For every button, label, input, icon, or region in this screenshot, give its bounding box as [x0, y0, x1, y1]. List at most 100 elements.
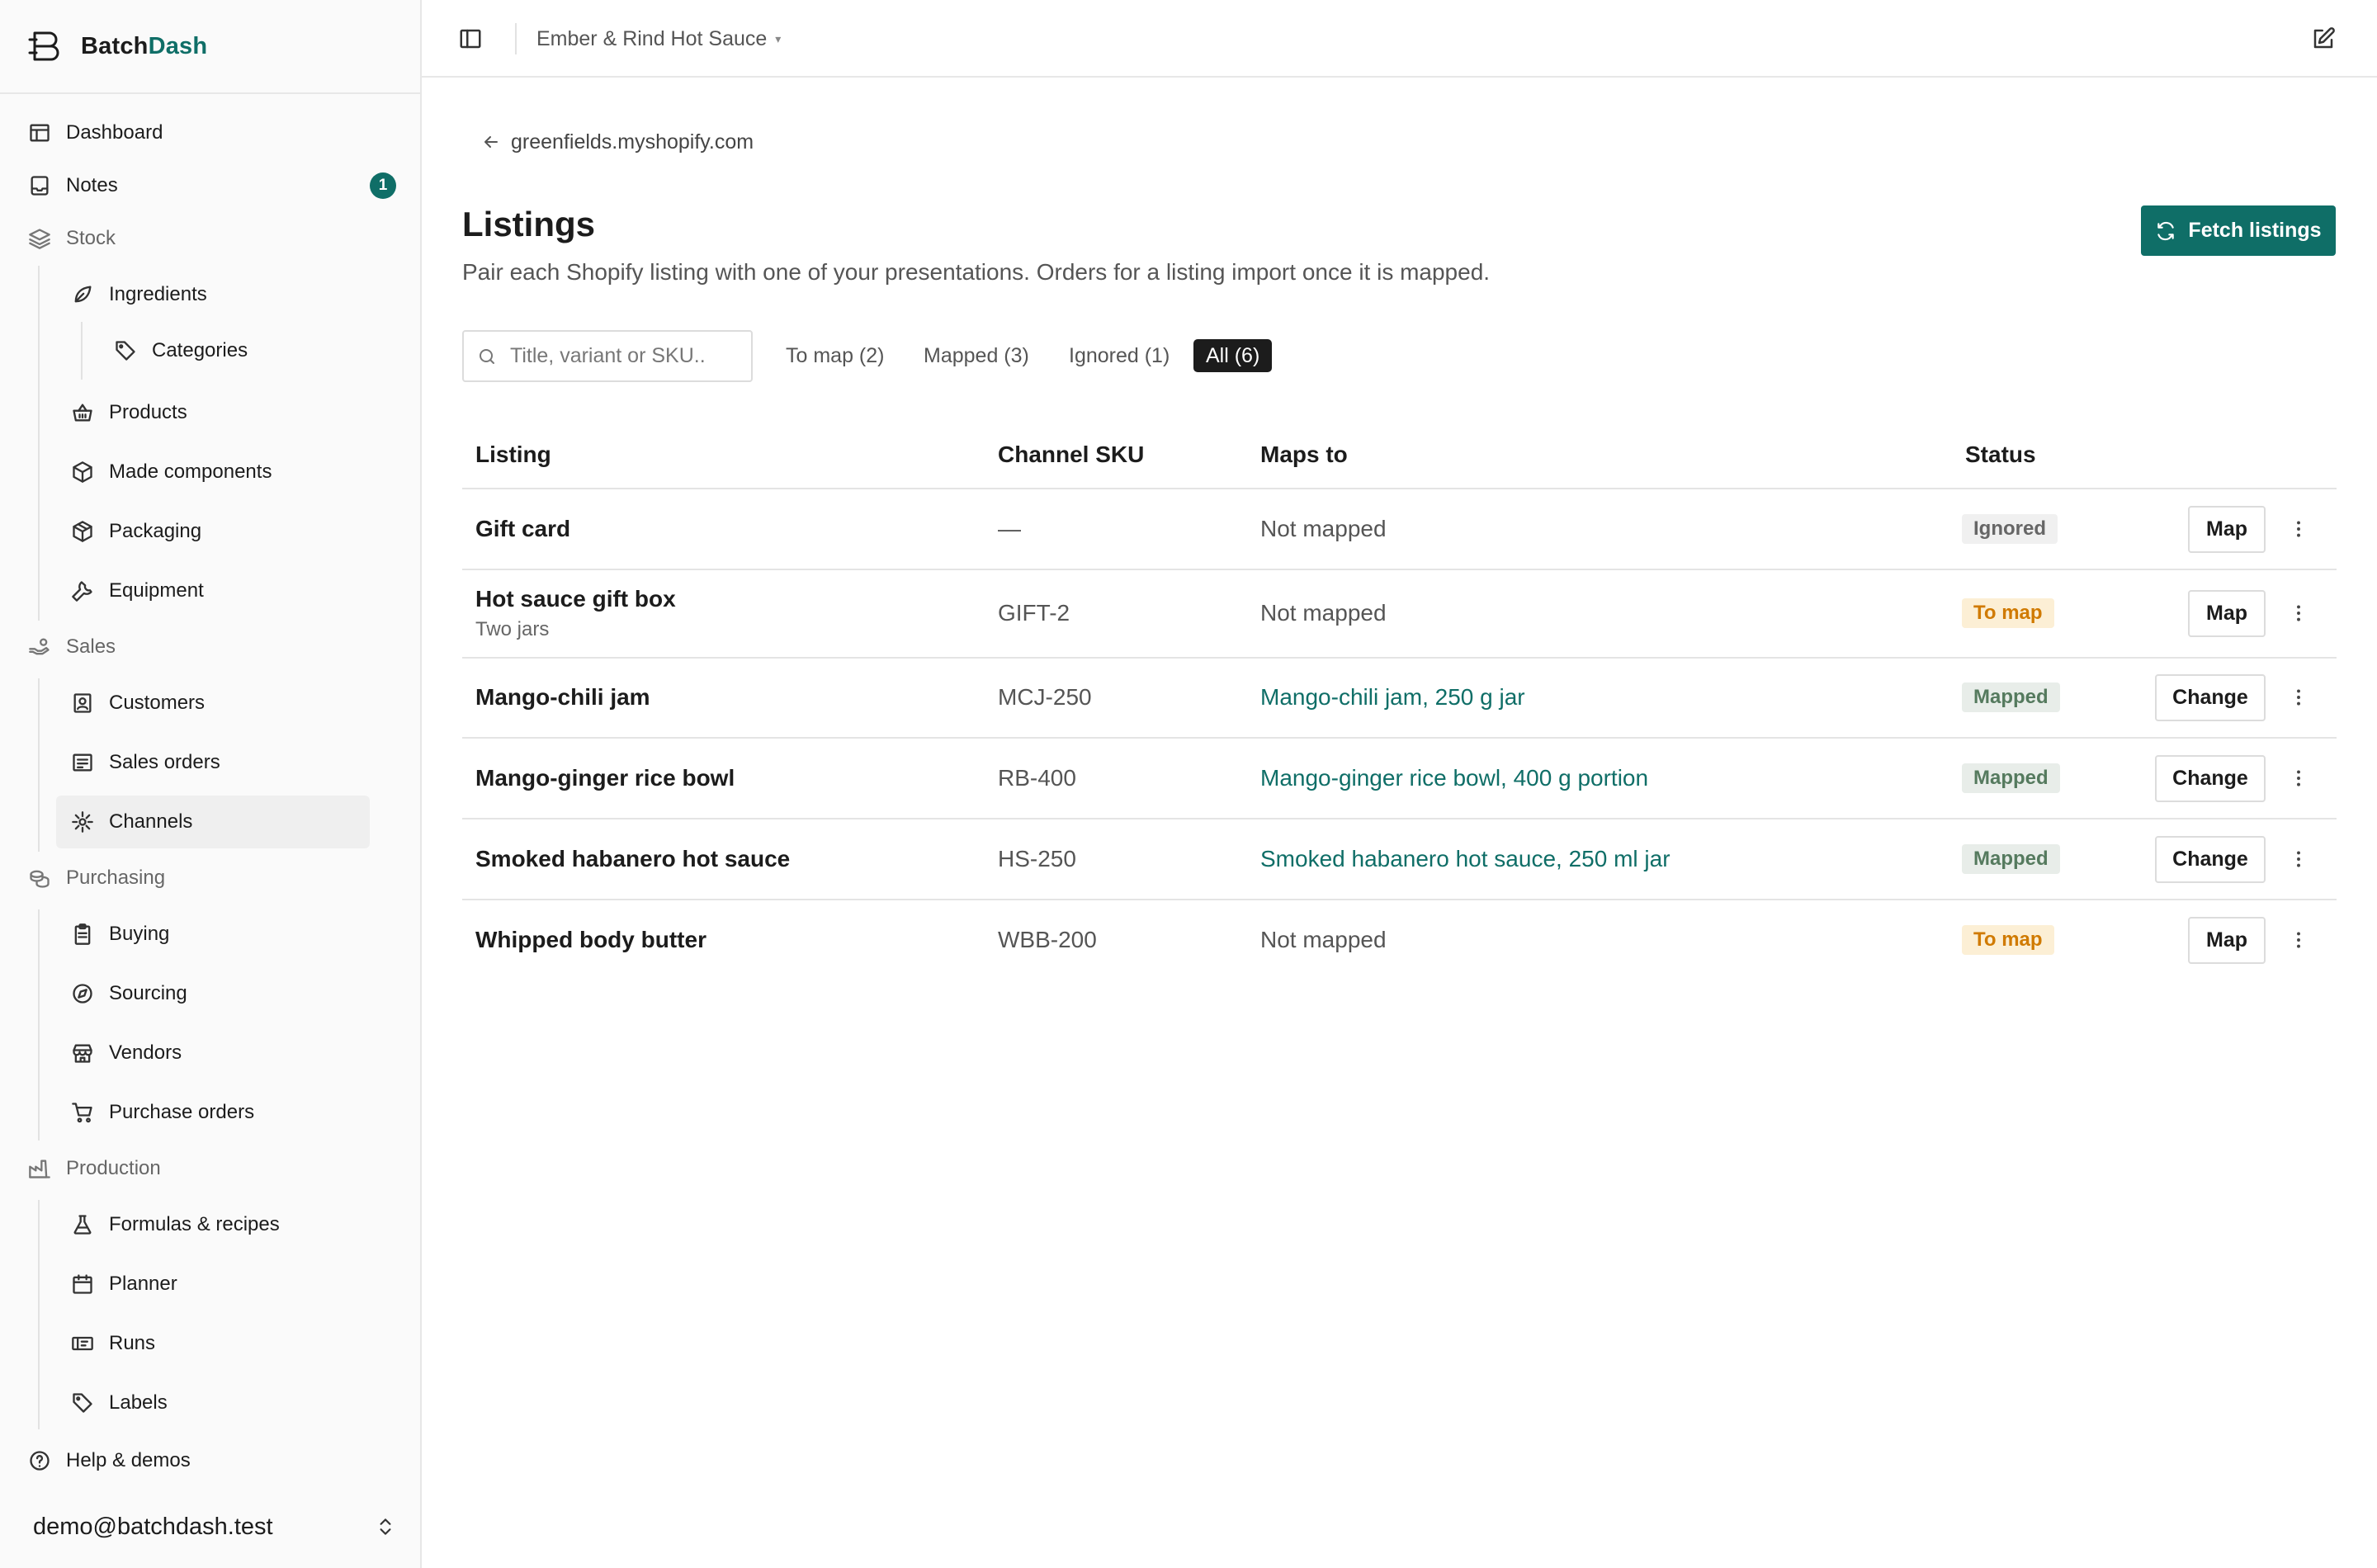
search-input[interactable]	[510, 344, 733, 368]
filter-tab-to-map[interactable]: To map (2)	[773, 339, 896, 372]
account-switcher[interactable]: demo@batchdash.test	[33, 1502, 396, 1551]
label-tag-icon	[71, 1391, 94, 1415]
listing-title: Hot sauce gift box	[475, 586, 676, 612]
more-actions-icon[interactable]	[2288, 516, 2309, 542]
calendar-icon	[71, 1273, 94, 1296]
dashboard-icon	[28, 121, 51, 144]
nav-made-components[interactable]: Made components	[71, 446, 368, 498]
nav-formulas[interactable]: Formulas & recipes	[71, 1198, 368, 1251]
compass-icon	[71, 982, 94, 1005]
edit-icon[interactable]	[2311, 26, 2336, 51]
nav-purchase-orders[interactable]: Purchase orders	[71, 1086, 368, 1139]
maps-to-value: Not mapped	[1260, 927, 1387, 952]
nav-channels-label: Channels	[109, 810, 193, 833]
more-actions-icon[interactable]	[2288, 927, 2309, 953]
purchasing-tree-line	[38, 909, 40, 1141]
filter-tab-mapped[interactable]: Mapped (3)	[911, 339, 1042, 372]
nav-group-purchasing[interactable]: Purchasing	[28, 852, 396, 904]
nav-group-sales[interactable]: Sales	[28, 621, 396, 673]
status-badge: Ignored	[1962, 514, 2058, 544]
nav-made-components-label: Made components	[109, 460, 272, 483]
coins-icon	[28, 867, 51, 890]
sidebar-toggle-icon[interactable]	[458, 26, 483, 51]
column-header-maps-to: Maps to	[1260, 442, 1348, 467]
nav-notes[interactable]: Notes 1	[28, 159, 396, 212]
cart-icon	[71, 1101, 94, 1124]
account-email: demo@batchdash.test	[33, 1513, 273, 1540]
maps-to-link[interactable]: Smoked habanero hot sauce, 250 ml jar	[1260, 846, 1671, 872]
nav-labels[interactable]: Labels	[71, 1377, 368, 1429]
map-button[interactable]: Map	[2188, 506, 2266, 553]
nav-packaging[interactable]: Packaging	[71, 505, 368, 558]
nav-runs[interactable]: Runs	[71, 1317, 368, 1370]
nav-sales-orders-label: Sales orders	[109, 751, 220, 773]
more-actions-icon[interactable]	[2288, 684, 2309, 711]
help-circle-icon	[28, 1449, 51, 1472]
workspace-switcher[interactable]: Ember & Rind Hot Sauce ▾	[536, 25, 781, 53]
sidebar: BatchDash Dashboard Notes 1 Stock Ingred…	[0, 0, 422, 1568]
nav-equipment[interactable]: Equipment	[71, 564, 368, 617]
nav-sales-orders[interactable]: Sales orders	[71, 736, 368, 789]
nav-group-production[interactable]: Production	[28, 1142, 396, 1195]
nav-sales-label: Sales	[66, 635, 116, 658]
nav-planner[interactable]: Planner	[71, 1258, 368, 1311]
table-header-divider	[462, 488, 2337, 489]
nav-buying[interactable]: Buying	[71, 908, 368, 961]
nav-vendors-label: Vendors	[109, 1041, 182, 1064]
nav-dashboard[interactable]: Dashboard	[28, 106, 396, 159]
row-divider	[462, 899, 2337, 900]
nav-group-stock[interactable]: Stock	[28, 212, 396, 265]
brand[interactable]: BatchDash	[28, 30, 207, 63]
channel-sku: RB-400	[998, 765, 1076, 791]
topbar: Ember & Rind Hot Sauce ▾	[422, 0, 2377, 78]
basket-icon	[71, 401, 94, 424]
filter-tab-ignored[interactable]: Ignored (1)	[1056, 339, 1182, 372]
listing-title: Mango-chili jam	[475, 684, 650, 710]
status-badge: Mapped	[1962, 682, 2060, 712]
nav-help-label: Help & demos	[66, 1449, 191, 1471]
nav-customers-label: Customers	[109, 692, 206, 714]
hand-coins-icon	[28, 635, 51, 659]
more-actions-icon[interactable]	[2288, 846, 2309, 872]
fetch-listings-button[interactable]: Fetch listings	[2141, 205, 2336, 256]
map-button[interactable]: Map	[2188, 917, 2266, 964]
row-divider	[462, 657, 2337, 659]
page-title: Listings	[462, 205, 596, 243]
nav-categories[interactable]: Categories	[114, 324, 370, 377]
workspace-caret-icon: ▾	[775, 31, 782, 45]
row-divider	[462, 818, 2337, 819]
change-button[interactable]: Change	[2155, 755, 2266, 802]
more-actions-icon[interactable]	[2288, 600, 2309, 626]
nav-ingredients[interactable]: Ingredients	[71, 268, 368, 321]
nav-purchase-orders-label: Purchase orders	[109, 1101, 255, 1123]
channel-sku: WBB-200	[998, 927, 1097, 952]
leaf-icon	[71, 283, 94, 306]
channel-sku: MCJ-250	[998, 684, 1092, 710]
fetch-listings-label: Fetch listings	[2188, 219, 2322, 242]
nav-products-label: Products	[109, 401, 187, 423]
workspace-name: Ember & Rind Hot Sauce	[536, 26, 768, 50]
nav-help[interactable]: Help & demos	[28, 1434, 396, 1487]
change-button[interactable]: Change	[2155, 674, 2266, 721]
nav-products[interactable]: Products	[71, 386, 368, 439]
nav-customers[interactable]: Customers	[71, 677, 368, 730]
nav-vendors[interactable]: Vendors	[71, 1027, 368, 1079]
flask-icon	[71, 1213, 94, 1236]
change-button[interactable]: Change	[2155, 836, 2266, 883]
ingredients-tree-line	[81, 322, 83, 380]
back-link[interactable]: greenfields.myshopify.com	[481, 128, 754, 156]
more-actions-icon[interactable]	[2288, 765, 2309, 791]
status-badge: Mapped	[1962, 763, 2060, 793]
stock-tree-line	[38, 266, 40, 621]
search-field[interactable]	[462, 330, 753, 382]
nav-sourcing[interactable]: Sourcing	[71, 967, 368, 1020]
column-header-status: Status	[1965, 442, 2036, 467]
receipt-icon	[71, 751, 94, 774]
filter-tab-all[interactable]: All (6)	[1193, 339, 1273, 372]
maps-to-link[interactable]: Mango-ginger rice bowl, 400 g portion	[1260, 765, 1648, 791]
nav-channels[interactable]: Channels	[56, 796, 370, 848]
nav-notes-label: Notes	[66, 174, 118, 196]
maps-to-link[interactable]: Mango-chili jam, 250 g jar	[1260, 684, 1525, 711]
map-button[interactable]: Map	[2188, 590, 2266, 637]
box-icon	[71, 460, 94, 484]
